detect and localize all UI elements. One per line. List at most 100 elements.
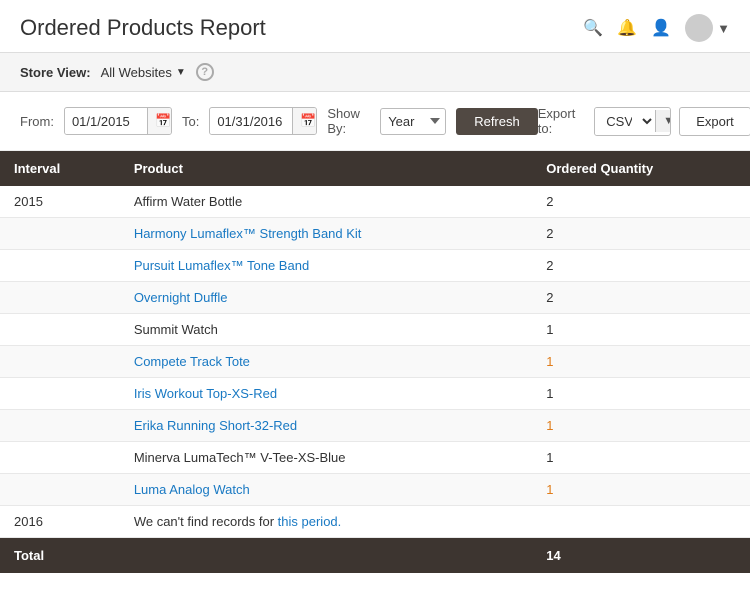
qty-value: 1 [546,482,553,497]
show-by-select[interactable]: Day Month Year [380,108,446,135]
table-row: Minerva LumaTech™ V-Tee-XS-Blue1 [0,442,750,474]
store-bar: Store View: All Websites ▼ ? [0,53,750,92]
cell-qty: 2 [532,250,750,282]
cell-interval [0,314,120,346]
to-date-field[interactable]: 📅 [209,107,317,135]
cell-qty: 1 [532,314,750,346]
table-row: Summit Watch1 [0,314,750,346]
cell-qty[interactable]: 1 [532,474,750,506]
cell-qty: 2 [532,218,750,250]
cell-product: Affirm Water Bottle [120,186,532,218]
cell-qty: 1 [532,378,750,410]
export-label: Export to: [538,106,587,136]
cell-qty[interactable]: 1 [532,346,750,378]
page-header: Ordered Products Report 🔍 🔔 👤 ▼ [0,0,750,53]
cell-product[interactable]: Pursuit Lumaflex™ Tone Band [120,250,532,282]
product-link[interactable]: Erika Running Short-32-Red [134,418,297,433]
from-label: From: [20,114,54,129]
cell-product[interactable]: Harmony Lumaflex™ Strength Band Kit [120,218,532,250]
footer-label: Total [0,538,120,574]
filter-right: Export to: CSV XML ▼ Export [538,106,750,136]
cell-interval [0,442,120,474]
cell-interval [0,250,120,282]
to-calendar-icon[interactable]: 📅 [292,108,317,134]
cell-qty: 2 [532,186,750,218]
table-header: Interval Product Ordered Quantity [0,151,750,186]
store-view-select[interactable]: All Websites ▼ [101,65,186,80]
from-date-input[interactable] [65,109,147,134]
table-row: Erika Running Short-32-Red 1 [0,410,750,442]
report-table: Interval Product Ordered Quantity 2015Af… [0,151,750,573]
no-records-row: 2016We can't find records for this perio… [0,506,750,538]
show-by-wrap: Show By: Day Month Year [327,106,446,136]
export-select-caret[interactable]: ▼ [655,110,671,132]
cell-interval [0,218,120,250]
show-by-label: Show By: [327,106,374,136]
store-view-caret: ▼ [176,67,186,78]
filter-left: From: 📅 To: 📅 Show By: Day Month Year Re… [20,106,538,136]
cell-qty: 2 [532,282,750,314]
cell-qty-empty [532,506,750,538]
product-link[interactable]: Compete Track Tote [134,354,250,369]
product-link[interactable]: Overnight Duffle [134,290,228,305]
cell-product: Summit Watch [120,314,532,346]
footer-qty: 14 [532,538,750,574]
qty-value: 1 [546,354,553,369]
table-row: Iris Workout Top-XS-Red 1 [0,378,750,410]
table-row: 2015Affirm Water Bottle2 [0,186,750,218]
cell-interval: 2015 [0,186,120,218]
table-row: Harmony Lumaflex™ Strength Band Kit 2 [0,218,750,250]
cell-product[interactable]: Luma Analog Watch [120,474,532,506]
cell-product[interactable]: Compete Track Tote [120,346,532,378]
filter-bar: From: 📅 To: 📅 Show By: Day Month Year Re… [0,92,750,151]
col-interval: Interval [0,151,120,186]
store-view-value: All Websites [101,65,172,80]
refresh-button[interactable]: Refresh [456,108,538,135]
from-date-field[interactable]: 📅 [64,107,172,135]
cell-product[interactable]: Erika Running Short-32-Red [120,410,532,442]
cell-product[interactable]: Iris Workout Top-XS-Red [120,378,532,410]
search-icon[interactable]: 🔍 [583,18,603,38]
from-calendar-icon[interactable]: 📅 [147,108,172,134]
table-body: 2015Affirm Water Bottle2Harmony Lumaflex… [0,186,750,538]
product-link[interactable]: Harmony Lumaflex™ Strength Band Kit [134,226,362,241]
page-title: Ordered Products Report [20,15,266,41]
avatar [685,14,713,42]
cell-product[interactable]: Overnight Duffle [120,282,532,314]
footer-empty [120,538,532,574]
cell-interval [0,378,120,410]
header-icons: 🔍 🔔 👤 ▼ [583,14,730,42]
user-icon[interactable]: 👤 [651,18,671,38]
no-records-link[interactable]: this period. [278,514,342,529]
cell-interval [0,410,120,442]
store-view-label: Store View: [20,65,91,80]
product-link[interactable]: Luma Analog Watch [134,482,250,497]
cell-interval [0,346,120,378]
user-caret: ▼ [717,21,730,36]
no-records-message: We can't find records for this period. [120,506,532,538]
table-row: Luma Analog Watch 1 [0,474,750,506]
bell-icon[interactable]: 🔔 [617,18,637,38]
product-link[interactable]: Pursuit Lumaflex™ Tone Band [134,258,309,273]
cell-interval [0,282,120,314]
qty-value: 1 [546,418,553,433]
export-format-select[interactable]: CSV XML [595,108,655,135]
export-button[interactable]: Export [679,107,750,136]
product-link[interactable]: Iris Workout Top-XS-Red [134,386,277,401]
table-footer: Total 14 [0,538,750,574]
user-menu[interactable]: ▼ [685,14,730,42]
table-row: Compete Track Tote 1 [0,346,750,378]
table-row: Overnight Duffle 2 [0,282,750,314]
help-icon[interactable]: ? [196,63,214,81]
export-format-wrap[interactable]: CSV XML ▼ [594,107,671,136]
cell-interval [0,474,120,506]
cell-qty: 1 [532,442,750,474]
cell-product: Minerva LumaTech™ V-Tee-XS-Blue [120,442,532,474]
table-row: Pursuit Lumaflex™ Tone Band 2 [0,250,750,282]
cell-interval: 2016 [0,506,120,538]
cell-qty[interactable]: 1 [532,410,750,442]
to-label: To: [182,114,199,129]
col-product: Product [120,151,532,186]
col-qty: Ordered Quantity [532,151,750,186]
to-date-input[interactable] [210,109,292,134]
